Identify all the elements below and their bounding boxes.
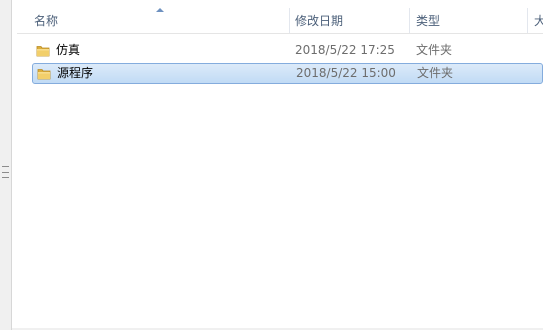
pane-splitter-grip-icon[interactable]	[2, 166, 9, 178]
file-row-yuanchengxu[interactable]: 源程序 2018/5/22 15:00 文件夹	[32, 63, 543, 84]
file-date-modified: 2018/5/22 15:00	[296, 66, 396, 80]
column-header-size-label: 大	[534, 14, 543, 28]
column-header-type[interactable]: 类型	[416, 8, 528, 33]
file-date-modified: 2018/5/22 17:25	[295, 43, 395, 57]
column-header-date-label: 修改日期	[295, 14, 344, 28]
file-row-fangzhen[interactable]: 仿真 2018/5/22 17:25 文件夹	[32, 41, 543, 61]
column-header-type-label: 类型	[416, 14, 441, 28]
window-top-strip	[0, 0, 543, 8]
column-divider[interactable]	[409, 8, 410, 33]
file-type: 文件夹	[416, 43, 453, 57]
file-name: 仿真	[56, 43, 81, 57]
column-header-size[interactable]: 大	[534, 8, 543, 33]
column-header-name-label: 名称	[34, 14, 59, 28]
column-divider[interactable]	[289, 8, 290, 33]
file-name: 源程序	[57, 66, 94, 80]
folder-icon	[36, 44, 50, 57]
column-divider[interactable]	[527, 8, 528, 33]
navigation-pane-edge[interactable]	[0, 0, 12, 330]
column-header-name[interactable]: 名称	[34, 8, 284, 33]
folder-icon	[37, 67, 51, 80]
column-header-date-modified[interactable]: 修改日期	[295, 8, 407, 33]
column-header-row: 名称 修改日期 类型 大	[17, 8, 543, 34]
file-type: 文件夹	[417, 66, 454, 80]
